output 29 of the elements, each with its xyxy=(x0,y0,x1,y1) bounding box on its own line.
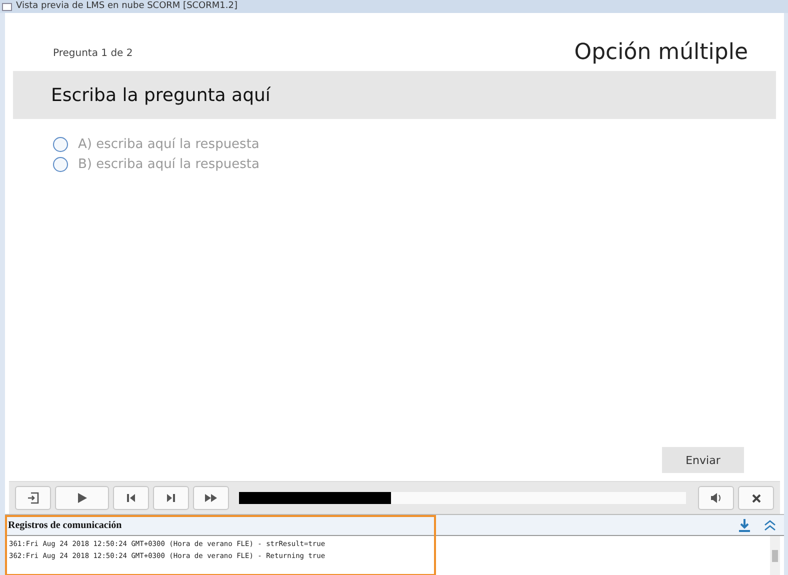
download-icon[interactable] xyxy=(739,518,750,532)
window-title: Vista previa de LMS en nube SCORM [SCORM1.2] xyxy=(16,1,238,12)
play-button[interactable] xyxy=(55,486,109,510)
exit-icon xyxy=(27,492,39,504)
log-title: Registros de comunicación xyxy=(8,520,122,530)
play-icon xyxy=(76,492,88,504)
submit-button[interactable]: Enviar xyxy=(662,447,744,473)
fast-forward-button[interactable] xyxy=(193,486,229,510)
fast-forward-icon xyxy=(205,493,217,503)
next-button[interactable] xyxy=(153,486,189,510)
radio-button[interactable] xyxy=(53,157,68,172)
close-icon xyxy=(752,494,760,502)
window-icon xyxy=(2,2,12,10)
close-button[interactable] xyxy=(738,486,774,510)
progress-track[interactable] xyxy=(239,492,686,504)
scrollbar[interactable] xyxy=(770,536,780,575)
answer-option[interactable]: A) escriba aquí la respuesta xyxy=(78,137,260,152)
speaker-icon xyxy=(710,492,722,504)
previous-button[interactable] xyxy=(113,486,149,510)
question-counter: Pregunta 1 de 2 xyxy=(53,48,133,59)
exit-button[interactable] xyxy=(15,486,51,510)
skip-back-icon xyxy=(126,493,136,503)
radio-button[interactable] xyxy=(53,137,68,152)
volume-button[interactable] xyxy=(698,486,734,510)
question-prompt: Escriba la pregunta aquí xyxy=(13,71,776,119)
question-type-title: Opción múltiple xyxy=(574,40,748,65)
answer-option[interactable]: B) escriba aquí la respuesta xyxy=(78,157,260,172)
collapse-icon[interactable] xyxy=(764,520,776,530)
skip-forward-icon xyxy=(166,493,176,503)
